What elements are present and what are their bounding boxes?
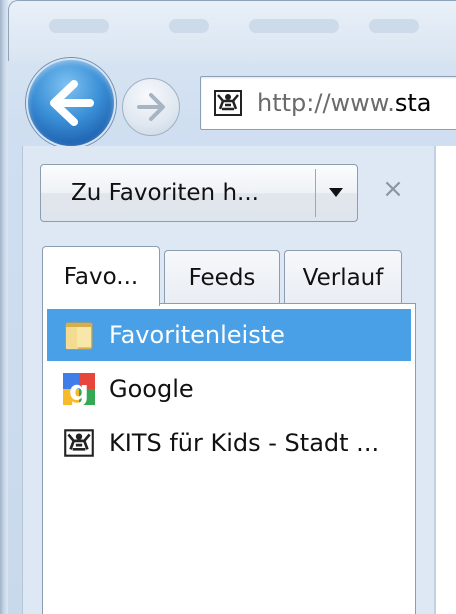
favorites-list: Favoritenleiste g Google KITS für Kids -…	[42, 303, 416, 614]
add-to-favorites-label: Zu Favoriten h...	[71, 180, 259, 206]
back-button[interactable]	[26, 58, 116, 148]
folder-icon	[65, 322, 93, 350]
address-url: http://www.sta	[257, 89, 432, 117]
google-icon: g	[63, 373, 95, 407]
list-item-kits-fuer-kids[interactable]: KITS für Kids - Stadt ...	[47, 417, 411, 469]
window-border	[0, 0, 8, 614]
tab-history[interactable]: Verlauf	[284, 250, 402, 304]
add-to-favorites-button[interactable]: Zu Favoriten h...	[40, 164, 358, 222]
close-icon[interactable]: ×	[380, 176, 406, 202]
arrow-left-icon	[50, 80, 94, 126]
address-bar[interactable]: http://www.sta	[200, 76, 456, 130]
site-favicon-icon	[213, 89, 243, 117]
page-content-area	[434, 146, 456, 614]
forward-button[interactable]	[122, 78, 180, 136]
arrow-right-icon	[137, 93, 165, 121]
site-favicon-icon	[63, 428, 95, 458]
svg-text:g: g	[69, 374, 89, 407]
list-item-label: Favoritenleiste	[109, 321, 285, 349]
list-item-google[interactable]: g Google	[47, 363, 411, 415]
list-item-favoritenleiste[interactable]: Favoritenleiste	[47, 309, 411, 361]
tab-favorites[interactable]: Favo...	[42, 246, 160, 306]
title-bar	[8, 0, 456, 61]
list-item-label: KITS für Kids - Stadt ...	[109, 429, 380, 457]
tab-feeds[interactable]: Feeds	[164, 250, 280, 304]
chevron-down-icon[interactable]	[329, 188, 343, 197]
list-item-label: Google	[109, 375, 194, 403]
